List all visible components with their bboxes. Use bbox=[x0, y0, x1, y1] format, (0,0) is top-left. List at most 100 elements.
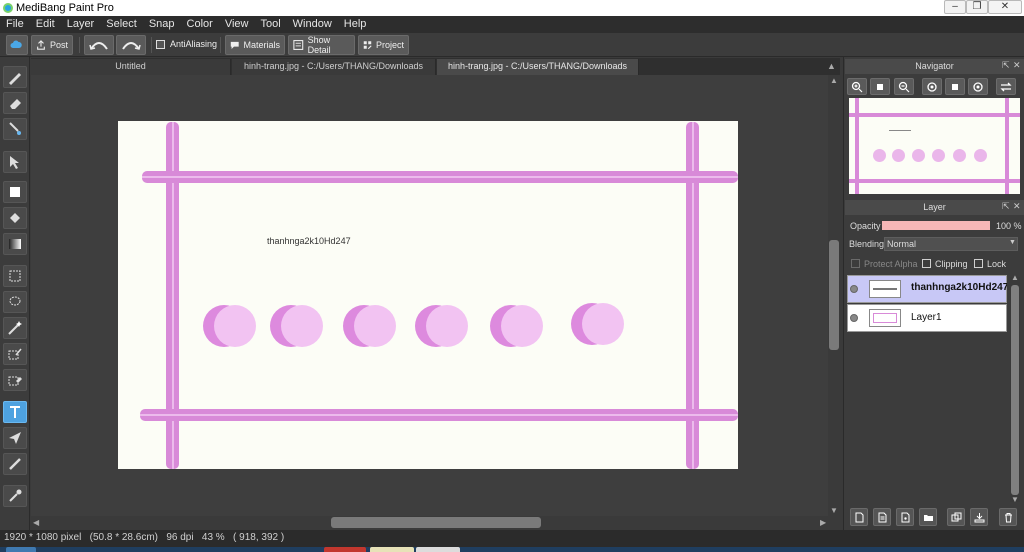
menu-edit[interactable]: Edit bbox=[30, 16, 61, 33]
preview-stripe bbox=[849, 179, 1020, 183]
canvas-text-layer[interactable]: thanhnga2k10Hd247 bbox=[267, 236, 351, 246]
zoom-out-button[interactable] bbox=[894, 78, 914, 95]
menu-color[interactable]: Color bbox=[181, 16, 219, 33]
blending-select[interactable]: Normal bbox=[884, 237, 1018, 251]
eraser-tool[interactable] bbox=[3, 92, 27, 114]
menu-view[interactable]: View bbox=[219, 16, 255, 33]
rotate-left-button[interactable] bbox=[84, 35, 114, 55]
swap-arrows-icon bbox=[1000, 82, 1012, 91]
layer-visibility-icon[interactable] bbox=[850, 314, 858, 322]
cloud-button[interactable] bbox=[6, 35, 28, 55]
opacity-slider[interactable] bbox=[882, 221, 990, 230]
tab-untitled[interactable]: Untitled bbox=[31, 59, 231, 75]
menu-window[interactable]: Window bbox=[287, 16, 338, 33]
taskbar-app-icon[interactable] bbox=[324, 547, 366, 552]
new-1bit-layer-button[interactable] bbox=[896, 508, 914, 526]
select-eraser-tool[interactable] bbox=[3, 369, 27, 391]
clipping-checkbox[interactable] bbox=[922, 259, 931, 268]
pen-icon bbox=[9, 73, 21, 85]
menu-help[interactable]: Help bbox=[338, 16, 373, 33]
magic-wand-tool[interactable] bbox=[3, 317, 27, 339]
pen-tool[interactable] bbox=[3, 66, 27, 88]
preview-circle bbox=[953, 149, 966, 162]
move-arrow-icon bbox=[10, 156, 19, 169]
menu-layer[interactable]: Layer bbox=[61, 16, 101, 33]
chevron-down-icon[interactable]: ▼ bbox=[1009, 239, 1016, 246]
navigator-preview[interactable] bbox=[849, 98, 1020, 194]
rotate-cw-icon bbox=[973, 81, 983, 92]
scroll-down-arrow-icon[interactable]: ▼ bbox=[830, 506, 838, 515]
menu-tool[interactable]: Tool bbox=[254, 16, 286, 33]
rotate-right-button[interactable] bbox=[116, 35, 146, 55]
protect-alpha-checkbox[interactable] bbox=[851, 259, 860, 268]
opacity-value: 100 % bbox=[996, 221, 1022, 231]
taskbar-app-icon[interactable] bbox=[370, 547, 414, 552]
canvas-circle-6-front bbox=[582, 303, 624, 345]
layer-panel-close-icon[interactable]: ✕ bbox=[1013, 201, 1021, 212]
scroll-up-arrow-icon[interactable]: ▲ bbox=[1011, 273, 1019, 282]
lock-checkbox[interactable] bbox=[974, 259, 983, 268]
post-button[interactable]: Post bbox=[31, 35, 73, 55]
canvas-vertical-scroll-thumb[interactable] bbox=[829, 240, 839, 350]
taskbar-app-icon[interactable] bbox=[416, 547, 460, 552]
layer-panel-float-icon[interactable]: ⇱ bbox=[1002, 201, 1010, 212]
taskbar-start-icon[interactable] bbox=[6, 547, 36, 552]
gradient-tool[interactable] bbox=[3, 233, 27, 255]
scroll-up-arrow-icon[interactable]: ▲ bbox=[830, 76, 838, 85]
new-halftone-layer-button[interactable] bbox=[873, 508, 891, 526]
scroll-left-arrow-icon[interactable]: ◀ bbox=[33, 518, 39, 527]
navigator-float-icon[interactable]: ⇱ bbox=[1002, 60, 1010, 71]
rotate-reset-button[interactable] bbox=[945, 78, 965, 95]
duplicate-layer-button[interactable] bbox=[947, 508, 965, 526]
merge-down-button[interactable] bbox=[970, 508, 988, 526]
minimize-button[interactable]: – bbox=[944, 0, 966, 14]
square-stop-icon bbox=[877, 83, 883, 90]
antialiasing-checkbox[interactable] bbox=[156, 39, 165, 49]
tab-hinh-trang-1[interactable]: hinh-trang.jpg - C:/Users/THANG/Download… bbox=[232, 59, 436, 75]
menu-select[interactable]: Select bbox=[100, 16, 143, 33]
text-tool[interactable] bbox=[3, 401, 27, 423]
close-button[interactable]: ✕ bbox=[988, 0, 1022, 14]
project-button[interactable]: Project bbox=[358, 35, 409, 55]
dot-pen-tool[interactable] bbox=[3, 118, 27, 140]
antialiasing-label: AntiAliasing bbox=[170, 39, 218, 49]
rect-select-tool[interactable] bbox=[3, 265, 27, 287]
lasso-tool[interactable] bbox=[3, 291, 27, 313]
canvas-circle-3-front bbox=[354, 305, 396, 347]
drawing-canvas[interactable]: thanhnga2k10Hd247 bbox=[118, 121, 738, 469]
show-detail-button[interactable]: Show Detail bbox=[288, 35, 355, 55]
new-layer-button[interactable] bbox=[850, 508, 868, 526]
canvas-horizontal-scroll-thumb[interactable] bbox=[331, 517, 541, 528]
layer-name: thanhnga2k10Hd247 bbox=[911, 282, 1007, 293]
eyedropper-tool[interactable] bbox=[3, 485, 27, 507]
zoom-in-button[interactable] bbox=[847, 78, 867, 95]
bucket-tool[interactable] bbox=[3, 207, 27, 229]
navigator-close-icon[interactable]: ✕ bbox=[1013, 60, 1021, 71]
move-tool[interactable] bbox=[3, 151, 27, 173]
post-label: Post bbox=[49, 40, 68, 50]
canvas-circle-4-front bbox=[426, 305, 468, 347]
operation-tool[interactable] bbox=[3, 427, 27, 449]
maximize-button[interactable]: ❐ bbox=[966, 0, 988, 14]
delete-layer-button[interactable] bbox=[999, 508, 1017, 526]
select-pen-tool[interactable] bbox=[3, 343, 27, 365]
new-folder-button[interactable] bbox=[919, 508, 937, 526]
tab-scroll-up-icon[interactable]: ▲ bbox=[827, 61, 836, 71]
zoom-fit-button[interactable] bbox=[870, 78, 890, 95]
rotate-ccw-button[interactable] bbox=[922, 78, 942, 95]
speech-bubble-icon bbox=[230, 41, 239, 49]
menu-snap[interactable]: Snap bbox=[143, 16, 181, 33]
layer-visibility-icon[interactable] bbox=[850, 285, 858, 293]
antialiasing-toggle[interactable]: AntiAliasing bbox=[156, 39, 217, 49]
divide-tool[interactable] bbox=[3, 453, 27, 475]
materials-button[interactable]: Materials bbox=[225, 35, 285, 55]
tab-hinh-trang-2[interactable]: hinh-trang.jpg - C:/Users/THANG/Download… bbox=[437, 59, 639, 75]
scroll-right-arrow-icon[interactable]: ▶ bbox=[820, 518, 826, 527]
flip-horizontal-button[interactable] bbox=[996, 78, 1016, 95]
shape-fill-tool[interactable] bbox=[3, 181, 27, 203]
scroll-down-arrow-icon[interactable]: ▼ bbox=[1011, 495, 1019, 504]
menu-file[interactable]: File bbox=[0, 16, 30, 33]
rotate-cw-button[interactable] bbox=[968, 78, 988, 95]
gradient-icon bbox=[9, 239, 21, 249]
layer-list-scroll-thumb[interactable] bbox=[1011, 285, 1019, 495]
